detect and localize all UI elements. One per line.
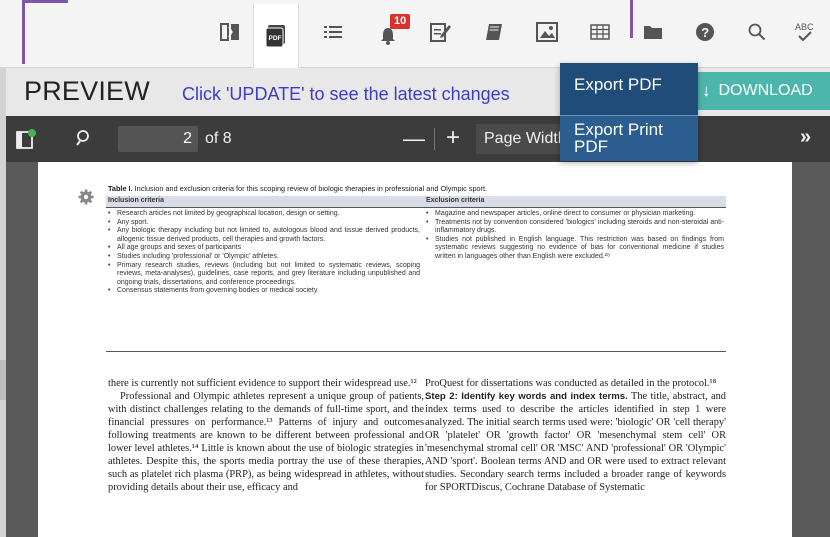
step-text: The title, abstract, and index terms use…: [425, 391, 726, 493]
export-print-pdf-item[interactable]: Export Print PDF: [560, 121, 698, 161]
svg-text:?: ?: [701, 25, 709, 40]
page-number-input[interactable]: 2: [118, 126, 198, 152]
spellcheck-label: ABC: [795, 22, 814, 32]
zoom-out-button[interactable]: —: [403, 126, 425, 152]
inclusion-item: Research articles not limited by geograp…: [108, 210, 420, 219]
search-icon: [748, 23, 766, 41]
table-caption-text: Inclusion and exclusion criteria for thi…: [132, 184, 488, 193]
table-rule-bottom: [106, 351, 726, 352]
edit-document-icon: [430, 23, 451, 42]
table-caption: Table I. Inclusion and exclusion criteri…: [108, 184, 487, 193]
split-view-button[interactable]: [210, 10, 250, 54]
notifications-button[interactable]: 10: [368, 10, 411, 54]
spellcheck-button[interactable]: ABC: [786, 10, 826, 54]
bell-icon: [381, 28, 395, 45]
download-label: DOWNLOAD: [718, 82, 813, 99]
exclusion-header: Exclusion criteria: [426, 197, 485, 204]
pdf-search-button[interactable]: [76, 129, 92, 152]
inclusion-item: Consensus statements from governing bodi…: [108, 287, 420, 296]
search-button[interactable]: [737, 10, 777, 54]
exclusion-item: Treatments not by convention considered …: [426, 219, 724, 236]
zoom-select[interactable]: Page Width: [476, 124, 566, 154]
inclusion-header: Inclusion criteria: [108, 197, 165, 204]
preview-header: PREVIEW Click 'UPDATE' to see the latest…: [6, 68, 830, 116]
inclusion-item: All age groups and sexes of participants: [108, 244, 420, 253]
purple-accent-bar: [22, 0, 25, 64]
download-arrow-icon: ↓: [702, 81, 711, 100]
menu-divider: [560, 115, 698, 116]
inclusion-item: Studies including 'professional' or 'Oly…: [108, 253, 420, 262]
inclusion-column: Research articles not limited by geograp…: [108, 210, 420, 296]
table-caption-label: Table I.: [108, 184, 133, 193]
pdf-icon: PDF: [265, 25, 285, 48]
notification-badge: 10: [390, 14, 411, 29]
inclusion-item: Any biologic therapy including but not l…: [108, 227, 420, 244]
pdf-viewer-toolbar: 2 of 8 — + Page Width »: [6, 116, 830, 162]
sidebar-toggle-button[interactable]: [16, 129, 38, 154]
exclusion-column: Magazine and newspaper articles, online …: [426, 210, 724, 262]
paragraph: ProQuest for dissertations was conducted…: [425, 378, 717, 389]
paragraph: there is currently not sufficient eviden…: [108, 378, 417, 389]
gear-icon: [78, 189, 94, 205]
paragraph: Professional and Olympic athletes repres…: [108, 391, 424, 493]
help-icon: ?: [696, 23, 714, 41]
update-hint: Click 'UPDATE' to see the latest changes: [182, 84, 510, 104]
edit-notes-button[interactable]: [420, 10, 460, 54]
list-icon: [324, 26, 342, 38]
table-icon: [590, 24, 610, 40]
step-heading: Step 2: Identify key words and index ter…: [425, 391, 628, 402]
exclusion-item: Magazine and newspaper articles, online …: [426, 210, 724, 219]
criteria-table: Inclusion criteria Exclusion criteria Re…: [106, 196, 726, 352]
search-icon: [76, 130, 89, 146]
inclusion-item: Primary research studies, reviews (inclu…: [108, 262, 420, 288]
book-icon: [486, 24, 502, 40]
image-icon: [536, 22, 558, 42]
insert-table-button[interactable]: [580, 10, 620, 54]
page-count: of 8: [205, 130, 232, 147]
zoom-in-button[interactable]: +: [446, 124, 460, 152]
files-button[interactable]: [633, 10, 673, 54]
more-tools-button[interactable]: »: [800, 126, 811, 149]
help-button[interactable]: ?: [685, 10, 725, 54]
sidebar-toggle-icon: [16, 129, 36, 149]
export-dropdown-menu: Export PDF Export Print PDF: [560, 63, 698, 161]
paragraph: Step 2: Identify key words and index ter…: [425, 390, 726, 494]
pdf-preview-button[interactable]: PDF: [253, 4, 299, 68]
body-left-column: there is currently not sufficient eviden…: [108, 377, 424, 494]
exclusion-item: Studies not published in English languag…: [426, 236, 724, 262]
split-view-icon: [220, 23, 239, 41]
viewer-scroll-area[interactable]: [792, 162, 830, 537]
table-rule-header: [106, 207, 726, 208]
preview-title: PREVIEW: [24, 76, 150, 106]
folder-icon: [644, 26, 662, 39]
page-settings-button[interactable]: [78, 189, 94, 210]
inclusion-item: Any sport.: [108, 219, 420, 228]
outline-button[interactable]: [313, 10, 353, 54]
zoom-divider: [434, 128, 435, 150]
app-window: PDF 10 ? ABC PREVIEW Click 'UPDATE' to s…: [0, 0, 830, 537]
table-header: Inclusion criteria Exclusion criteria: [106, 196, 726, 207]
references-button[interactable]: [474, 10, 514, 54]
body-right-column: ProQuest for dissertations was conducted…: [425, 377, 726, 494]
purple-accent-bar-top: [22, 0, 68, 3]
svg-text:PDF: PDF: [269, 35, 282, 42]
spellcheck-icon: ABC: [795, 22, 814, 42]
editor-toolbar: PDF 10 ? ABC: [0, 0, 830, 68]
insert-image-button[interactable]: [527, 10, 567, 54]
export-pdf-item[interactable]: Export PDF: [560, 63, 698, 115]
download-button[interactable]: ↓ DOWNLOAD: [696, 72, 830, 110]
